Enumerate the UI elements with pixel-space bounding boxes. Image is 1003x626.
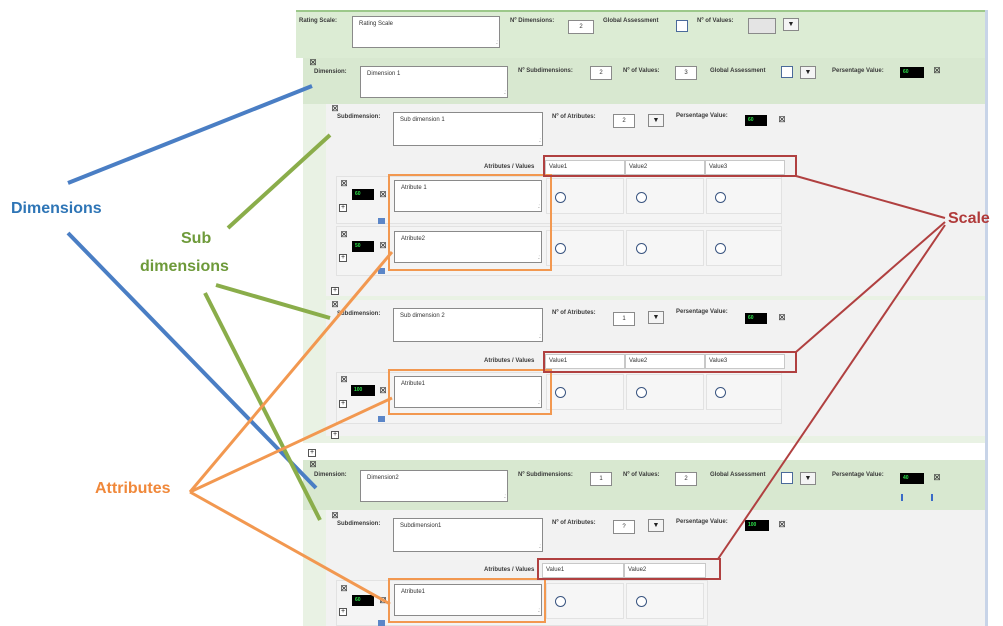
- attribute-highlight-box: [388, 578, 546, 623]
- connector-line: [189, 490, 391, 606]
- scale-highlight-boxes: [537, 155, 797, 580]
- attribute-highlight-box: [388, 174, 552, 271]
- dimensions-annotation: Dimensions: [11, 200, 102, 217]
- connector-line: [67, 84, 313, 185]
- annotation-overlay: [66, 84, 946, 623]
- attribute-highlight-box: [388, 369, 552, 415]
- connector-line: [795, 221, 946, 353]
- scale-highlight-box: [537, 558, 721, 580]
- subdimensions-connectors: [203, 133, 332, 521]
- scale-connectors: [717, 175, 946, 560]
- scale-annotation: Scale: [948, 210, 990, 227]
- scale-highlight-box: [543, 351, 797, 373]
- connector-line: [215, 283, 331, 320]
- subdimensions-annotation-line2: dimensions: [140, 258, 229, 275]
- scale-highlight-box: [543, 155, 797, 177]
- connector-line: [189, 396, 393, 494]
- dimensions-connectors: [66, 84, 318, 490]
- subdimensions-annotation-line1: Sub: [181, 230, 212, 247]
- connector-line: [226, 133, 332, 230]
- attributes-annotation: Attributes: [95, 480, 171, 497]
- connector-line: [795, 175, 946, 219]
- attribute-highlight-boxes: [388, 174, 552, 623]
- connector-line: [717, 224, 946, 560]
